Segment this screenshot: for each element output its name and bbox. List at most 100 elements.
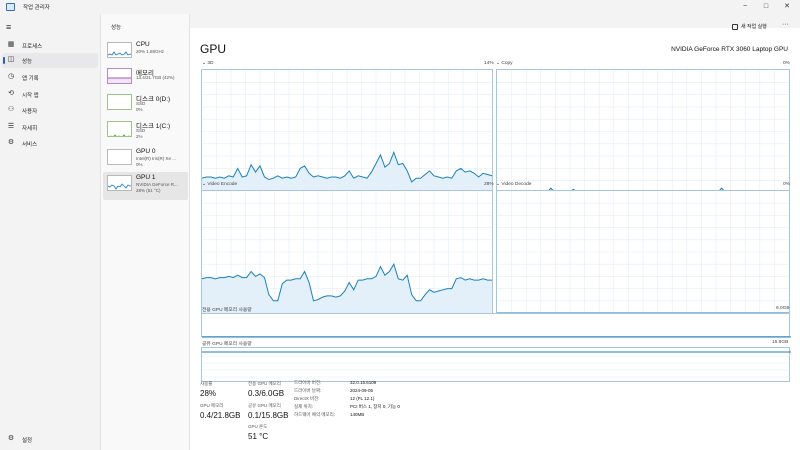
memory-thumbnail <box>107 68 132 84</box>
engine-name-copy[interactable]: ⌄ Copy <box>496 61 513 66</box>
nav-label: 자세히 <box>22 126 38 132</box>
device-sub: NVIDIA GeForce R... <box>136 182 178 187</box>
device-sub: 20% 1.88GHz <box>136 49 165 54</box>
nav-label: 성능 <box>22 59 33 65</box>
title-bar: 작업 관리자 − □ ✕ <box>0 0 800 14</box>
gpu-memory-value: 0.4/21.8GB <box>200 411 241 420</box>
shared-memory-max: 15.8GB <box>772 340 789 345</box>
chart-copy <box>496 69 790 194</box>
nav-label: 사용자 <box>22 109 38 115</box>
nav-item-performance[interactable]: ◫ 성능 <box>2 53 98 68</box>
spec-label: DirectX 버전: <box>294 396 320 401</box>
engine-name-video-encode[interactable]: ⌄ Video Encode <box>202 182 237 187</box>
active-indicator <box>3 57 5 64</box>
chart-svg <box>497 191 789 313</box>
device-sub: Intel(R) Iris(R) Xe ... <box>136 156 177 161</box>
startup-icon: ⟲ <box>8 90 14 97</box>
engine-pct-video-decode: 0% <box>783 182 790 187</box>
engine-label: Video Decode <box>501 182 532 187</box>
device-item-disk1[interactable]: 디스크 1(C:) SSD 2% <box>103 118 188 146</box>
spec-value: PCI 버스 1, 장치 0, 기능 0 <box>350 404 400 409</box>
nav-item-app-history[interactable]: ◷ 앱 기록 <box>2 70 98 85</box>
spec-label: 하드웨어 예약 메모리: <box>294 412 336 417</box>
more-options-button[interactable]: ··· <box>782 21 789 28</box>
spec-value: 2024-09-05 <box>350 388 374 393</box>
processes-icon: ▦ <box>7 41 15 48</box>
minimize-button[interactable]: − <box>738 1 752 12</box>
device-list-panel: 성능 CPU 20% 1.88GHz 메모리 13.4/31.7GB (42%)… <box>100 14 190 450</box>
nav-item-settings[interactable]: ⚙ 설정 <box>2 432 98 447</box>
engine-pct-copy: 0% <box>783 61 790 66</box>
spec-label: 실제 위치: <box>294 404 314 409</box>
gpu1-thumbnail <box>107 175 132 191</box>
close-button[interactable]: ✕ <box>780 1 794 12</box>
gpu-temperature-label: GPU 온도 <box>248 424 268 429</box>
chart-svg <box>202 70 492 193</box>
device-list-header: 성능 <box>111 25 122 31</box>
device-name: CPU <box>136 41 150 48</box>
task-manager-icon <box>6 3 15 11</box>
hamburger-icon[interactable]: ≡ <box>6 23 11 32</box>
device-item-gpu1[interactable]: GPU 1 NVIDIA GeForce R... 28% (51 °C) <box>103 172 188 200</box>
run-task-icon <box>732 23 738 30</box>
engine-label: Copy <box>501 61 513 66</box>
device-sub: 0% <box>136 162 143 167</box>
gpu-model-name: NVIDIA GeForce RTX 3060 Laptop GPU <box>671 46 788 53</box>
engine-name-video-decode[interactable]: ⌄ Video Decode <box>496 182 531 187</box>
chart-video-encode <box>201 190 493 314</box>
left-navigation: ≡ ▦ 프로세스 ◫ 성능 ◷ 앱 기록 ⟲ 시작 앱 ⚇ 사용자 ☰ 자세히 … <box>0 14 100 450</box>
device-item-disk0[interactable]: 디스크 0(D:) SSD 0% <box>103 91 188 119</box>
gpu0-thumbnail <box>107 149 132 165</box>
services-icon: ⚙ <box>7 139 15 146</box>
dedicated-gpu-memory-value: 0.3/6.0GB <box>248 389 285 398</box>
gpu-memory-label: GPU 메모리 <box>200 403 224 408</box>
device-name: GPU 1 <box>136 174 156 181</box>
spec-label: 드라이버 버전: <box>294 380 322 385</box>
app-history-icon: ◷ <box>7 73 15 80</box>
spec-label: 드라이버 날짜: <box>294 388 322 393</box>
maximize-button[interactable]: □ <box>759 1 773 12</box>
run-new-task-button[interactable]: 새 작업 실행 <box>732 23 767 30</box>
nav-label: 프로세스 <box>22 44 43 50</box>
users-icon: ⚇ <box>7 106 15 113</box>
device-item-memory[interactable]: 메모리 13.4/31.7GB (42%) <box>103 65 188 93</box>
toolbar: 새 작업 실행 ··· <box>190 14 800 30</box>
nav-item-processes[interactable]: ▦ 프로세스 <box>2 38 98 53</box>
spec-value: 140MB <box>350 412 365 417</box>
shared-gpu-memory-value: 0.1/15.8GB <box>248 411 289 420</box>
chart-svg <box>497 70 789 193</box>
engine-name-3d[interactable]: ⌄ 3D <box>202 61 214 66</box>
dedicated-memory-chart <box>201 313 791 338</box>
gpu-detail-panel: 새 작업 실행 ··· GPU NVIDIA GeForce RTX 3060 … <box>190 14 800 450</box>
utilization-value: 28% <box>200 389 217 398</box>
performance-icon: ◫ <box>7 56 15 63</box>
settings-gear-icon: ⚙ <box>7 435 15 442</box>
spec-value: 12 (FL 12.1) <box>350 396 375 401</box>
chart-svg <box>202 191 492 313</box>
nav-item-details[interactable]: ☰ 자세히 <box>2 120 98 135</box>
utilization-label: 사용률 <box>200 381 213 386</box>
nav-label: 시작 앱 <box>22 93 39 99</box>
engine-label: 3D <box>207 61 214 66</box>
nav-item-startup[interactable]: ⟲ 시작 앱 <box>2 87 98 102</box>
device-sub: 2% <box>136 134 143 139</box>
spec-value: 32.0.15.6109 <box>350 380 377 385</box>
dedicated-memory-max: 6.0GB <box>776 306 790 311</box>
nav-label: 서비스 <box>22 142 38 148</box>
chart-video-decode <box>496 190 790 314</box>
device-item-gpu0[interactable]: GPU 0 Intel(R) Iris(R) Xe ... 0% <box>103 146 188 174</box>
grid <box>497 70 789 193</box>
device-sub: 0% <box>136 107 143 112</box>
engine-pct-video-encode: 28% <box>484 182 494 187</box>
disk1-thumbnail <box>107 121 132 137</box>
device-item-cpu[interactable]: CPU 20% 1.88GHz <box>103 39 188 67</box>
gpu-temperature-value: 51 °C <box>248 432 269 441</box>
nav-item-users[interactable]: ⚇ 사용자 <box>2 103 98 118</box>
dedicated-memory-label: 전용 GPU 메모리 사용량 <box>202 308 252 313</box>
nav-item-services[interactable]: ⚙ 서비스 <box>2 136 98 151</box>
nav-label: 설정 <box>22 438 33 444</box>
page-title: GPU <box>200 42 227 56</box>
nav-label: 앱 기록 <box>22 76 39 82</box>
cpu-thumbnail <box>107 42 132 58</box>
shared-memory-label: 공유 GPU 메모리 사용량 <box>202 342 252 347</box>
